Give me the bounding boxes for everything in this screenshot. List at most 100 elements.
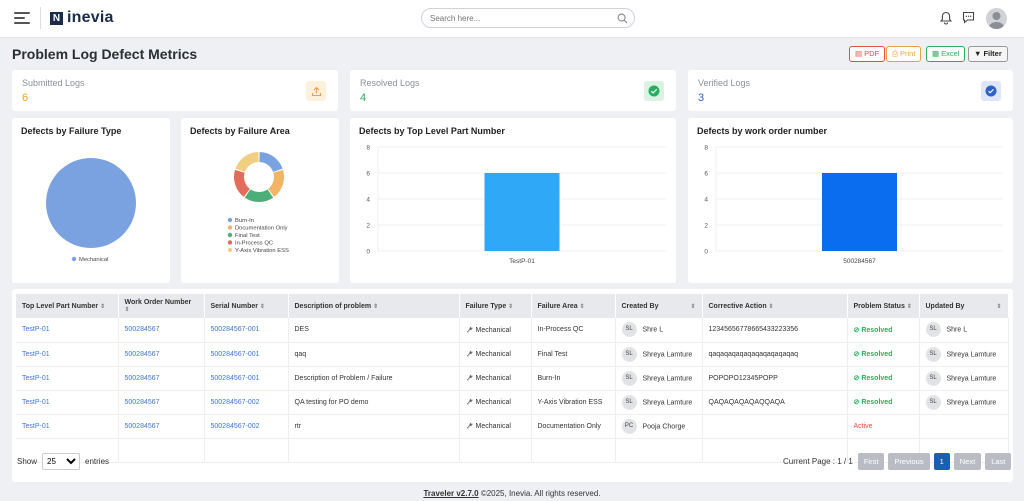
first-page-button[interactable]: First [857, 453, 885, 470]
bell-icon[interactable] [940, 11, 952, 25]
last-page-button[interactable]: Last [985, 453, 1012, 470]
check-circle-icon: ⊘ [853, 375, 860, 382]
entries-label: entries [85, 457, 110, 466]
legend-label: Documentation Only [235, 226, 288, 232]
filter-button[interactable]: ▼ Filter [968, 46, 1008, 62]
column-header[interactable]: Updated By ⇕ [919, 294, 1009, 318]
table-row[interactable]: TestP-01 500284567 500284567-001 Descriptio… [16, 366, 1009, 391]
sort-icon[interactable]: ⇕ [100, 304, 105, 310]
column-header[interactable]: Serial Number ⇕ [204, 294, 289, 318]
user-initials-avatar: PC [621, 418, 637, 434]
version-label[interactable]: Traveler v2.7.0 [423, 489, 478, 498]
column-header[interactable]: Failure Area ⇕ [531, 294, 616, 318]
status-text: Resolved [861, 375, 893, 382]
created-by-cell: SL Shreya Lamture [615, 390, 703, 415]
table-row[interactable]: TestP-01 500284567 500284567-001 DES Mechani… [16, 318, 1009, 343]
page-1-button[interactable]: 1 [933, 453, 950, 470]
sort-icon[interactable]: ⇕ [373, 304, 378, 310]
print-button[interactable]: ⎙ Print [886, 46, 922, 62]
next-page-button[interactable]: Next [953, 453, 982, 470]
status-badge: ⊘ Resolved [854, 399, 893, 406]
sort-icon[interactable]: ⇕ [769, 304, 774, 310]
menu-icon[interactable] [14, 12, 30, 24]
table-row[interactable]: TestP-01 500284567 500284567-002 QA testing… [16, 390, 1009, 415]
part-number-link[interactable]: TestP-01 [16, 390, 119, 415]
failure-area-donut-chart: Burn-In Documentation OnlyFinal Test In-Pr… [227, 152, 289, 254]
column-header[interactable]: Description of problem ⇕ [288, 294, 460, 318]
failure-type-text: Mechanical [475, 423, 511, 430]
serial-number-link[interactable]: 500284567-002 [204, 414, 289, 439]
serial-number-link[interactable]: 500284567-002 [204, 390, 289, 415]
column-header[interactable]: Failure Type ⇕ [459, 294, 532, 318]
table-row[interactable]: TestP-01 500284567 500284567-002 rtr Mechani… [16, 414, 1009, 439]
bar [822, 173, 897, 251]
sort-icon[interactable]: ⇕ [907, 304, 912, 310]
column-header[interactable]: Corrective Action ⇕ [702, 294, 848, 318]
stat-resolved-logs: Resolved Logs 4 [350, 70, 676, 111]
work-order-link[interactable]: 500284567 [118, 390, 205, 415]
status-cell: Active [847, 414, 920, 439]
header-label: Failure Area [537, 302, 578, 310]
page-size-select[interactable]: 25 [42, 453, 81, 470]
search-input[interactable] [430, 12, 610, 25]
current-page-label: Current Page : 1 / 1 [783, 457, 853, 466]
pie-slice [46, 158, 136, 248]
y-tick-label: 6 [366, 171, 370, 178]
part-number-bar-chart: 0 2 4 6 8 TestP-01 [366, 145, 666, 265]
status-cell: ⊘ Resolved [847, 390, 920, 415]
failure-type-cell: Mechanical [459, 318, 532, 343]
stat-submitted-logs: Submitted Logs 6 [12, 70, 338, 111]
column-header[interactable]: Created By ⇕ [615, 294, 703, 318]
user-icon [988, 12, 1005, 29]
sort-icon[interactable]: ⇕ [690, 303, 695, 310]
header-label: Updated By [925, 302, 965, 310]
excel-button[interactable]: ▦ Excel [926, 46, 966, 62]
description-cell: DES [288, 318, 460, 343]
part-number-link[interactable]: TestP-01 [16, 414, 119, 439]
brand-logo[interactable]: N inevia [40, 7, 114, 29]
work-order-link[interactable]: 500284567 [118, 366, 205, 391]
brand-name: inevia [67, 9, 114, 26]
table-header-row: Top Level Part Number ⇕ Work Order Numbe… [16, 294, 1009, 318]
search-box [421, 8, 635, 28]
table-row[interactable]: TestP-01 500284567 500284567-001 qaq Mechani… [16, 342, 1009, 367]
user-avatar[interactable] [986, 8, 1007, 29]
work-order-link[interactable]: 500284567 [118, 414, 205, 439]
chat-icon[interactable] [962, 11, 975, 24]
serial-number-link[interactable]: 500284567-001 [204, 318, 289, 343]
filter-icon: ▼ [974, 49, 982, 58]
sort-icon[interactable]: ⇕ [996, 303, 1001, 310]
work-order-link[interactable]: 500284567 [118, 318, 205, 343]
sort-icon[interactable]: ⇕ [125, 307, 130, 313]
upload-icon [306, 81, 326, 101]
chart-work-order-card: Defects by work order number 0 2 4 6 8 500284… [688, 118, 1013, 283]
part-number-link[interactable]: TestP-01 [16, 318, 119, 343]
pdf-button[interactable]: ▤ PDF [849, 46, 886, 62]
empty-cell [531, 438, 616, 463]
sort-icon[interactable]: ⇕ [508, 304, 513, 310]
excel-label: Excel [941, 49, 960, 58]
header-label: Failure Type [465, 302, 507, 310]
previous-page-button[interactable]: Previous [888, 453, 930, 470]
serial-number-link[interactable]: 500284567-001 [204, 366, 289, 391]
y-tick-label: 4 [704, 197, 708, 204]
description-cell: qaq [288, 342, 460, 367]
check-circle-icon: ⊘ [853, 351, 860, 358]
work-order-link[interactable]: 500284567 [118, 342, 205, 367]
column-header[interactable]: Work Order Number ⇕ [118, 294, 205, 318]
empty-cell [288, 438, 460, 463]
serial-number-link[interactable]: 500284567-001 [204, 342, 289, 367]
wrench-icon [466, 422, 472, 429]
legend-label: Burn-In [235, 218, 254, 224]
legend-label: In-Process QC [235, 241, 273, 247]
column-header[interactable]: Problem Status ⇕ [847, 294, 920, 318]
sort-icon[interactable]: ⇕ [260, 304, 265, 310]
y-tick-label: 2 [366, 223, 370, 230]
part-number-link[interactable]: TestP-01 [16, 366, 119, 391]
x-tick-label: 500284567 [843, 258, 876, 265]
created-by-name: Pooja Chorge [642, 422, 686, 430]
search-icon[interactable] [617, 13, 628, 24]
part-number-link[interactable]: TestP-01 [16, 342, 119, 367]
column-header[interactable]: Top Level Part Number ⇕ [16, 294, 119, 318]
sort-icon[interactable]: ⇕ [580, 304, 585, 310]
